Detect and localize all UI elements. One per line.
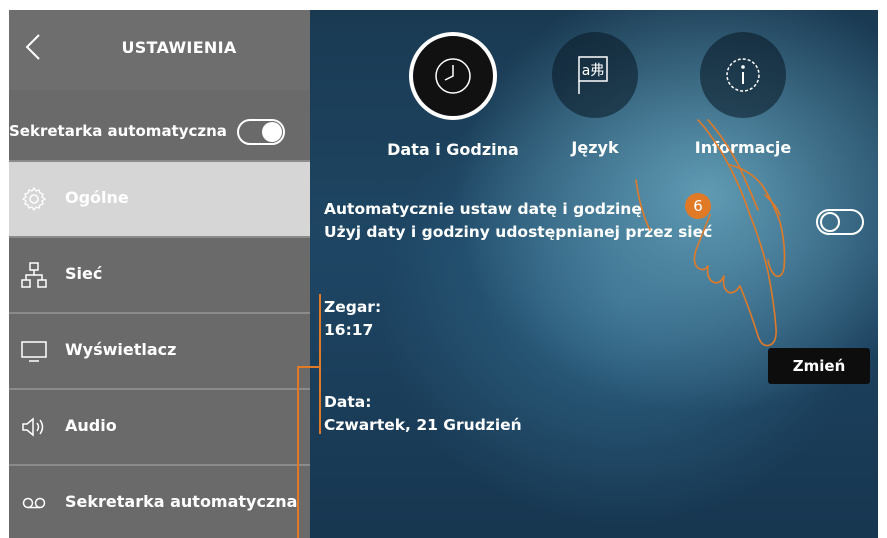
answering-machine-toggle-row: Sekretarka automatyczna [9,98,310,158]
sidebar-item-label: Audio [65,416,117,435]
answering-machine-toggle[interactable] [237,119,285,145]
sidebar-item-label: Wyświetlacz [65,340,177,359]
sidebar-item-general[interactable]: Ogólne [9,160,310,236]
speaker-icon [21,414,47,440]
step-badge: 6 [685,193,711,219]
device-screen: USTAWIENIA Sekretarka automatyczna Ogóln… [9,10,878,538]
sidebar-header: USTAWIENIA [9,10,310,90]
settings-sidebar: USTAWIENIA Sekretarka automatyczna Ogóln… [9,10,310,538]
answering-machine-toggle-label: Sekretarka automatyczna [9,122,227,140]
back-button[interactable] [19,32,49,62]
sidebar-item-label: Ogólne [65,188,129,207]
main-panel: Data i Godzina a弗 Język Informacje Autom… [297,10,878,538]
sidebar-item-label: Sekretarka automatyczna [65,492,298,511]
sidebar-item-network[interactable]: Sieć [9,236,310,312]
voicemail-icon [21,490,47,516]
callout-leader [297,366,299,538]
network-icon [21,262,47,288]
sidebar-title: USTAWIENIA [121,38,237,57]
sidebar-item-answering-machine[interactable]: Sekretarka automatyczna [9,464,310,538]
hand-pointer-icon [635,119,786,347]
chevron-left-icon [25,34,40,60]
sidebar-item-label: Sieć [65,264,103,283]
gear-icon [21,186,47,212]
sidebar-item-audio[interactable]: Audio [9,388,310,464]
sidebar-item-display[interactable]: Wyświetlacz [9,312,310,388]
monitor-icon [21,338,47,364]
toggle-knob [262,122,282,142]
